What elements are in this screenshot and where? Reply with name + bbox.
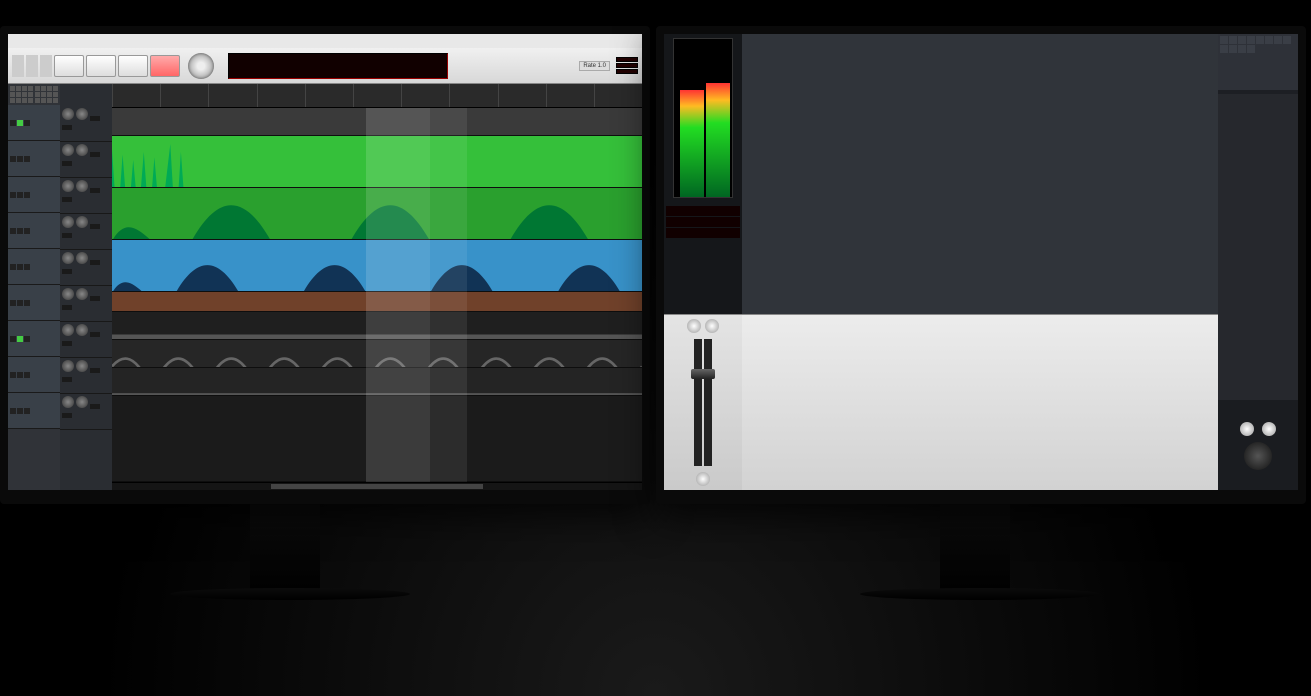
track-control-row[interactable] (60, 394, 112, 430)
scrollbar-thumb[interactable] (271, 484, 483, 489)
ruler-mark (498, 84, 546, 107)
right-monitor (656, 26, 1306, 504)
track-header[interactable] (8, 357, 60, 393)
vu-meter (673, 38, 733, 198)
track-header[interactable] (8, 321, 60, 357)
stop-button[interactable] (118, 55, 148, 77)
monitor-control (1218, 400, 1298, 490)
ruler-mark (594, 84, 642, 107)
ruler[interactable] (112, 84, 642, 108)
mixer-window (664, 34, 1298, 490)
track-header[interactable] (8, 393, 60, 429)
forward-icon[interactable] (26, 55, 38, 77)
output-meters (616, 57, 638, 74)
ruler-mark (546, 84, 594, 107)
ruler-mark (305, 84, 353, 107)
loop-icon[interactable] (40, 55, 52, 77)
track-control-row[interactable] (60, 286, 112, 322)
channel-strips-upper (742, 34, 1218, 314)
jog-wheel[interactable] (188, 53, 214, 79)
master-meter (664, 34, 742, 314)
master-section (664, 315, 742, 490)
track-controls (60, 84, 112, 490)
master-readout (666, 206, 740, 216)
pause-button[interactable] (86, 55, 116, 77)
track-row[interactable] (112, 240, 642, 292)
transport-toolbar: Rate 1.0 (8, 48, 642, 84)
track-control-row[interactable] (60, 322, 112, 358)
monitor-volume-knob[interactable] (1244, 442, 1272, 470)
timecode-display (228, 53, 448, 79)
track-row[interactable] (112, 312, 642, 340)
horizontal-scrollbar[interactable] (112, 482, 642, 490)
track-row[interactable] (112, 368, 642, 396)
track-control-row[interactable] (60, 106, 112, 142)
master-fader[interactable] (694, 339, 702, 466)
track-header[interactable] (8, 105, 60, 141)
rewind-icon[interactable] (12, 55, 24, 77)
play-button[interactable] (54, 55, 84, 77)
browser-toolbar[interactable] (1218, 34, 1298, 90)
preset-list[interactable] (1218, 94, 1298, 400)
left-monitor: Rate 1.0 (0, 26, 650, 504)
track-panel (8, 84, 60, 490)
track-control-row[interactable] (60, 142, 112, 178)
master-readout (666, 217, 740, 227)
tracks-area[interactable] (112, 108, 642, 482)
track-row[interactable] (112, 340, 642, 368)
track-control-row[interactable] (60, 178, 112, 214)
track-header[interactable] (8, 141, 60, 177)
ruler-mark (401, 84, 449, 107)
track-control-row[interactable] (60, 358, 112, 394)
ruler-mark (257, 84, 305, 107)
track-header[interactable] (8, 213, 60, 249)
track-row[interactable] (112, 396, 642, 482)
ruler-mark (353, 84, 401, 107)
ruler-mark (208, 84, 256, 107)
master-fader[interactable] (704, 339, 712, 466)
daw-window: Rate 1.0 (8, 34, 642, 490)
monitor-knob[interactable] (1262, 422, 1276, 436)
track-control-row[interactable] (60, 214, 112, 250)
menubar (8, 34, 642, 48)
master-knob[interactable] (705, 319, 719, 333)
master-knob[interactable] (687, 319, 701, 333)
play-rate[interactable]: Rate 1.0 (579, 61, 610, 71)
ruler-mark (160, 84, 208, 107)
track-control-row[interactable] (60, 250, 112, 286)
track-header[interactable] (8, 285, 60, 321)
timeline[interactable] (112, 84, 642, 490)
track-row[interactable] (112, 108, 642, 136)
track-row[interactable] (112, 136, 642, 188)
channel-faders (742, 315, 1218, 490)
ruler-mark (449, 84, 497, 107)
track-header[interactable] (8, 249, 60, 285)
track-row[interactable] (112, 292, 642, 312)
browser-panel (1218, 34, 1298, 490)
track-row[interactable] (112, 188, 642, 240)
track-header[interactable] (8, 177, 60, 213)
monitor-knob[interactable] (1240, 422, 1254, 436)
master-readout (666, 228, 740, 238)
record-button[interactable] (150, 55, 180, 77)
ruler-mark (112, 84, 160, 107)
master-trim-knob[interactable] (696, 472, 710, 486)
tool-grid[interactable] (8, 84, 60, 105)
